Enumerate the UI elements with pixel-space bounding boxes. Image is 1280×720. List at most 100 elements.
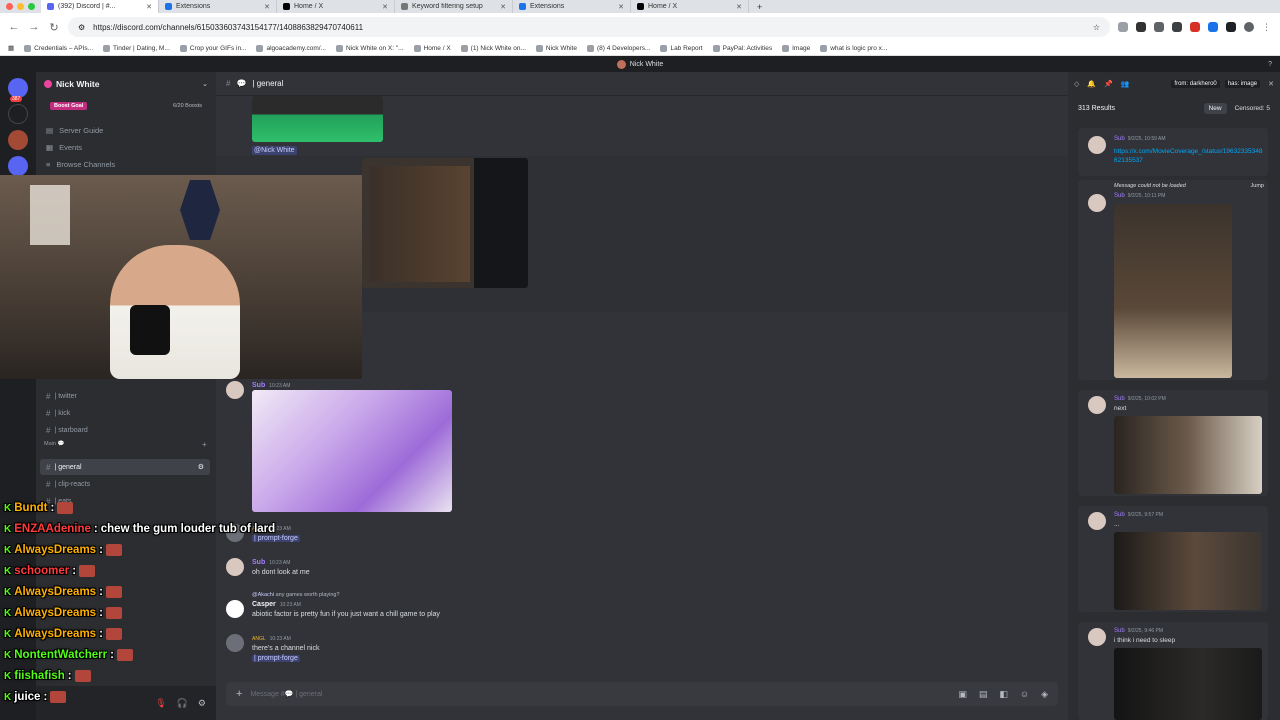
direct-messages-button[interactable]: 387 bbox=[8, 78, 28, 102]
close-tab-icon[interactable]: ✕ bbox=[146, 3, 152, 11]
avatar[interactable] bbox=[1088, 194, 1106, 212]
gift-icon[interactable]: ▣ bbox=[958, 689, 967, 700]
browser-tab[interactable]: (392) Discord | #... ✕ bbox=[41, 0, 159, 13]
bookmark-item[interactable]: (8) 4 Developers... bbox=[586, 44, 650, 52]
image-attachment[interactable] bbox=[1114, 648, 1262, 720]
category-main[interactable]: Main 💬 bbox=[44, 441, 64, 447]
screenshot-attachment[interactable] bbox=[362, 158, 528, 288]
bookmark-item[interactable]: Lab Report bbox=[660, 44, 703, 52]
username[interactable]: Sub bbox=[1114, 512, 1125, 518]
bookmark-item[interactable]: (1) Nick White on... bbox=[460, 44, 526, 52]
bookmark-item[interactable]: Image bbox=[782, 44, 810, 52]
image-attachment[interactable] bbox=[1114, 204, 1232, 378]
bookmark-item[interactable]: what is logic pro x... bbox=[820, 44, 887, 52]
extension-icon[interactable] bbox=[1136, 22, 1146, 32]
server-header[interactable]: Nick White ⌄ bbox=[36, 72, 216, 96]
extension-icon[interactable] bbox=[1190, 22, 1200, 32]
username[interactable]: Sub bbox=[1114, 193, 1125, 199]
channel-item[interactable]: # | clip-reacts bbox=[40, 476, 210, 492]
extension-icon[interactable] bbox=[1226, 22, 1236, 32]
close-tab-icon[interactable]: ✕ bbox=[618, 3, 624, 11]
channel-item[interactable]: # | starboard bbox=[40, 422, 210, 438]
search-result[interactable]: Sub 9/2/25, 9:57 PM ... bbox=[1078, 506, 1268, 612]
extension-icon[interactable] bbox=[1118, 22, 1128, 32]
bookmark-item[interactable]: Tinder | Dating, M... bbox=[103, 44, 170, 52]
help-icon[interactable]: ? bbox=[1268, 61, 1272, 68]
add-channel-icon[interactable]: + bbox=[202, 440, 207, 449]
gif-icon[interactable]: ▤ bbox=[979, 689, 988, 700]
channel-item[interactable]: # | general ⚙ bbox=[40, 459, 210, 475]
reload-icon[interactable]: ↻ bbox=[48, 21, 60, 34]
channel-item[interactable]: # | kick bbox=[40, 405, 210, 421]
avatar[interactable] bbox=[226, 381, 244, 399]
channel-item[interactable]: # | twitter bbox=[40, 388, 210, 404]
username[interactable]: Sub bbox=[1114, 136, 1125, 142]
search-query[interactable]: from: darkhero0 has: image bbox=[1171, 80, 1261, 88]
avatar[interactable] bbox=[1088, 136, 1106, 154]
jump-button[interactable]: Jump bbox=[1251, 183, 1264, 189]
bookmark-item[interactable]: algoacademy.com/... bbox=[256, 44, 326, 52]
maximize-window-button[interactable] bbox=[28, 3, 35, 10]
image-attachment[interactable] bbox=[1114, 532, 1262, 610]
search-result[interactable]: Sub 9/2/25, 10:02 PM next bbox=[1078, 390, 1268, 496]
bookmark-item[interactable]: Nick White bbox=[535, 44, 577, 52]
avatar[interactable] bbox=[1088, 396, 1106, 414]
image-attachment[interactable] bbox=[1114, 416, 1262, 494]
close-tab-icon[interactable]: ✕ bbox=[264, 3, 270, 11]
channel-settings-gear-icon[interactable]: ⚙ bbox=[198, 463, 204, 471]
username[interactable]: Sub bbox=[252, 382, 265, 389]
image-attachment[interactable] bbox=[252, 96, 383, 142]
close-window-button[interactable] bbox=[6, 3, 13, 10]
avatar[interactable] bbox=[1088, 628, 1106, 646]
search-result[interactable]: Message could not be loaded Jump Sub 9/2/… bbox=[1078, 180, 1268, 380]
bookmark-item[interactable]: Credentials – APIs... bbox=[24, 44, 93, 52]
bookmark-item[interactable]: Crop your GIFs in... bbox=[179, 44, 246, 52]
bookmark-item[interactable]: Home / X bbox=[413, 44, 451, 52]
extension-icon[interactable] bbox=[1172, 22, 1182, 32]
forward-icon[interactable]: → bbox=[28, 21, 40, 33]
boost-goal-bar[interactable]: Boost Goal 6/20 Boosts bbox=[44, 100, 208, 112]
sticker-icon[interactable]: ◧ bbox=[999, 689, 1008, 700]
notification-bell-icon[interactable]: 🔔 bbox=[1087, 80, 1096, 88]
bookmark-item[interactable]: PayPal: Activities bbox=[712, 44, 772, 52]
emoji-icon[interactable]: ☺ bbox=[1020, 689, 1029, 700]
extension-icon[interactable] bbox=[1154, 22, 1164, 32]
browser-tab[interactable]: Home / X ✕ bbox=[631, 0, 749, 13]
site-info-icon[interactable]: ⚙ bbox=[78, 23, 85, 32]
back-icon[interactable]: ← bbox=[8, 21, 20, 33]
browser-tab[interactable]: Extensions ✕ bbox=[159, 0, 277, 13]
username[interactable]: Sub bbox=[1114, 396, 1125, 402]
menu-icon[interactable]: ⋮ bbox=[1262, 22, 1272, 32]
browser-tab[interactable]: Home / X ✕ bbox=[277, 0, 395, 13]
browser-tab[interactable]: Extensions ✕ bbox=[513, 0, 631, 13]
close-tab-icon[interactable]: ✕ bbox=[382, 3, 388, 11]
apps-icon[interactable]: ◈ bbox=[1041, 689, 1048, 700]
events-link[interactable]: ▦ Events bbox=[36, 139, 216, 156]
sort-new-button[interactable]: New bbox=[1203, 102, 1227, 114]
close-icon[interactable]: ✕ bbox=[1268, 80, 1274, 88]
video-attachment[interactable] bbox=[252, 390, 452, 512]
browse-channels-link[interactable]: ≡ Browse Channels bbox=[36, 156, 216, 173]
search-result[interactable]: Sub 9/2/25, 10:59 AM https://x.com/MovieC… bbox=[1078, 128, 1268, 176]
result-link[interactable]: https://x.com/MovieCoverage_/status/1963… bbox=[1114, 147, 1264, 165]
new-tab-icon[interactable]: + bbox=[757, 2, 762, 12]
extension-icon[interactable] bbox=[1208, 22, 1218, 32]
profile-avatar[interactable] bbox=[1244, 22, 1254, 32]
server-icon[interactable] bbox=[8, 130, 28, 150]
bookmark-star-icon[interactable]: ☆ bbox=[1093, 23, 1100, 32]
members-icon[interactable]: 👥 bbox=[1121, 80, 1130, 88]
avatar[interactable] bbox=[1088, 512, 1106, 530]
user-mention[interactable]: @Nick White bbox=[252, 146, 297, 155]
server-guide-link[interactable]: ▤ Server Guide bbox=[36, 122, 216, 139]
apps-icon[interactable]: ▦ bbox=[8, 44, 14, 52]
message-composer[interactable]: + Message #💬 | general ▣ ▤ ◧ ☺ ◈ bbox=[226, 682, 1058, 706]
bookmark-item[interactable]: Nick White on X: "... bbox=[335, 44, 404, 52]
threads-icon[interactable]: ◇ bbox=[1074, 80, 1079, 88]
close-tab-icon[interactable]: ✕ bbox=[736, 3, 742, 11]
server-icon[interactable] bbox=[8, 156, 28, 176]
username[interactable]: Sub bbox=[1114, 628, 1125, 634]
close-tab-icon[interactable]: ✕ bbox=[500, 3, 506, 11]
browser-tab[interactable]: Keyword filtering setup ✕ bbox=[395, 0, 513, 13]
minimize-window-button[interactable] bbox=[17, 3, 24, 10]
pin-icon[interactable]: 📌 bbox=[1104, 80, 1113, 88]
